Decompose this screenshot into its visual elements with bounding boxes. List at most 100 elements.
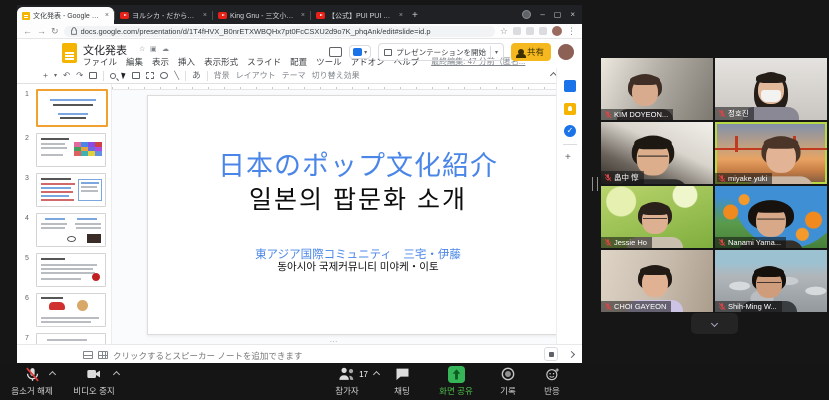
filmstrip-view-icon[interactable]	[83, 351, 93, 359]
kebab-menu-icon[interactable]: ⋮	[567, 27, 576, 36]
star-document-icon[interactable]: ☆	[139, 45, 145, 53]
calendar-icon[interactable]	[564, 80, 576, 92]
redo-icon[interactable]: ↷	[76, 71, 83, 80]
video-options-icon[interactable]	[114, 372, 119, 377]
bookmark-star-icon[interactable]: ☆	[500, 27, 508, 36]
get-addons-icon[interactable]: +	[565, 152, 571, 163]
menu-slide[interactable]: スライド	[247, 56, 281, 68]
undo-icon[interactable]: ↶	[63, 71, 70, 80]
slide-thumbnail-1[interactable]	[36, 89, 108, 127]
slide-thumbnail-5[interactable]	[36, 253, 106, 287]
menu-view[interactable]: 表示	[152, 56, 169, 68]
print-icon[interactable]	[89, 72, 97, 79]
tab-close-icon[interactable]: ×	[203, 12, 207, 19]
google-slides-logo[interactable]	[62, 43, 77, 63]
line-icon[interactable]: ╲	[174, 71, 179, 80]
extension-icon[interactable]	[539, 27, 547, 35]
tasks-icon[interactable]: ✓	[564, 125, 576, 137]
account-avatar[interactable]	[558, 44, 574, 60]
layout-button[interactable]: レイアウト	[236, 70, 276, 81]
mute-button[interactable]: 음소거 해제	[2, 366, 62, 397]
select-cursor-icon[interactable]	[121, 72, 127, 80]
move-folder-icon[interactable]: ▣	[150, 45, 157, 53]
tab-close-icon[interactable]: ×	[301, 12, 305, 19]
explore-button[interactable]	[544, 347, 558, 361]
forward-icon[interactable]: →	[37, 27, 46, 36]
image-icon[interactable]	[146, 72, 154, 79]
slide-title-japanese[interactable]: 日本のポップ文化紹介	[148, 144, 556, 183]
participants-button[interactable]: 17 참가자	[318, 366, 376, 397]
browser-avatar[interactable]	[552, 26, 562, 36]
slideshow-icon[interactable]	[329, 47, 342, 57]
slides-header: 文化発表 ☆ ▣ ☁ ファイル 編集 表示 挿入 表示形式 スライド 配置 ツー…	[17, 39, 582, 68]
present-to-meeting-button[interactable]: ▾	[349, 45, 371, 59]
text-box-icon[interactable]	[132, 72, 140, 79]
participant-video-1[interactable]: KIM DOYEON...	[601, 58, 713, 120]
minimize-button[interactable]: –	[540, 10, 544, 19]
share-button[interactable]: 共有	[511, 43, 551, 61]
menu-insert[interactable]: 挿入	[178, 56, 195, 68]
close-button[interactable]: ×	[570, 10, 575, 19]
speaker-image	[67, 236, 76, 242]
tab-youtube-1[interactable]: ヨルシカ - だから僕は音楽を辞めた... ×	[115, 7, 212, 24]
current-slide[interactable]: 日本のポップ文化紹介 일본의 팝문화 소개 東アジア国際コミュニティ 三宅・伊藤…	[147, 95, 556, 335]
new-slide-button[interactable]: +	[43, 71, 48, 80]
tab-slides[interactable]: 文化発表 - Google スライド ×	[17, 7, 114, 24]
text-format-icon[interactable]: あ	[192, 71, 201, 80]
record-button[interactable]: 기록	[488, 366, 528, 397]
menu-format[interactable]: 表示形式	[204, 56, 238, 68]
slide-credit-korean[interactable]: 동아시아 국제커뮤니티 미야케・이토	[148, 259, 556, 274]
reactions-button[interactable]: 반응	[532, 366, 572, 397]
share-screen-button[interactable]: 화면 공유	[430, 366, 482, 397]
address-bar[interactable]: docs.google.com/presentation/d/1T4fHVX_B…	[64, 26, 495, 37]
mute-options-icon[interactable]	[50, 372, 55, 377]
extension-icon[interactable]	[526, 27, 534, 35]
tab-close-icon[interactable]: ×	[399, 12, 403, 19]
theme-button[interactable]: テーマ	[282, 70, 306, 81]
participants-options-icon[interactable]	[374, 372, 379, 377]
speaker-notes-placeholder[interactable]: クリックするとスピーカー ノートを追加できます	[113, 350, 302, 362]
participant-video-7[interactable]: CHOI GAYEON	[601, 250, 713, 312]
slide-title-korean[interactable]: 일본의 팝문화 소개	[148, 180, 556, 216]
menu-file[interactable]: ファイル	[83, 56, 117, 68]
slide-thumbnail-2[interactable]	[36, 133, 106, 167]
chat-button[interactable]: 채팅	[382, 366, 422, 397]
new-slide-dropdown-icon[interactable]: ▾	[54, 73, 57, 79]
gallery-more-button[interactable]	[691, 313, 738, 334]
tab-youtube-3[interactable]: 【公式】PUI PUI モルカー 第1話... ×	[311, 7, 408, 24]
participant-video-2[interactable]: 정호진	[715, 58, 827, 120]
background-button[interactable]: 背景	[214, 70, 230, 81]
character-image	[77, 300, 88, 311]
transition-button[interactable]: 切り替え効果	[312, 70, 360, 81]
tab-youtube-2[interactable]: King Gnu - 三文小説 - YouTube ×	[213, 7, 310, 24]
present-dropdown-icon[interactable]: ▾	[495, 49, 498, 56]
back-icon[interactable]: ←	[23, 27, 32, 36]
menu-arrange[interactable]: 配置	[290, 56, 307, 68]
extension-icon[interactable]	[513, 27, 521, 35]
tab-close-icon[interactable]: ×	[105, 12, 109, 19]
participant-name-tag: Jessie Ho	[601, 237, 652, 248]
slide-thumbnail-3[interactable]	[36, 173, 106, 207]
reload-icon[interactable]: ↻	[51, 27, 59, 36]
shape-icon[interactable]	[160, 72, 168, 79]
slide-thumbnail-4[interactable]	[36, 213, 106, 247]
participant-video-3[interactable]: 畠中 惇	[601, 122, 713, 184]
new-tab-button[interactable]: +	[412, 10, 418, 21]
menu-edit[interactable]: 編集	[126, 56, 143, 68]
panel-resize-handle[interactable]	[592, 177, 598, 191]
start-presentation-button[interactable]: プレゼンテーションを開始 ▾	[378, 43, 504, 61]
participant-video-8[interactable]: Shih-Ming W...	[715, 250, 827, 312]
keep-icon[interactable]	[564, 103, 576, 115]
browser-profile-icon[interactable]	[522, 10, 531, 19]
chevron-right-icon[interactable]	[568, 351, 575, 358]
slide-thumbnail-6[interactable]	[36, 293, 106, 327]
participant-video-6[interactable]: Nanami Yama...	[715, 186, 827, 248]
participant-video-4-active-speaker[interactable]: miyake yuki	[715, 122, 827, 184]
maximize-button[interactable]: ▢	[554, 10, 562, 19]
participant-video-5[interactable]: Jessie Ho	[601, 186, 713, 248]
google-side-panel: ✓ +	[556, 68, 582, 348]
slide-canvas: 日本のポップ文化紹介 일본의 팝문화 소개 東アジア国際コミュニティ 三宅・伊藤…	[112, 84, 556, 348]
grid-view-icon[interactable]	[98, 351, 108, 359]
zoom-icon[interactable]	[110, 73, 116, 79]
stop-video-button[interactable]: 비디오 중지	[64, 366, 124, 397]
